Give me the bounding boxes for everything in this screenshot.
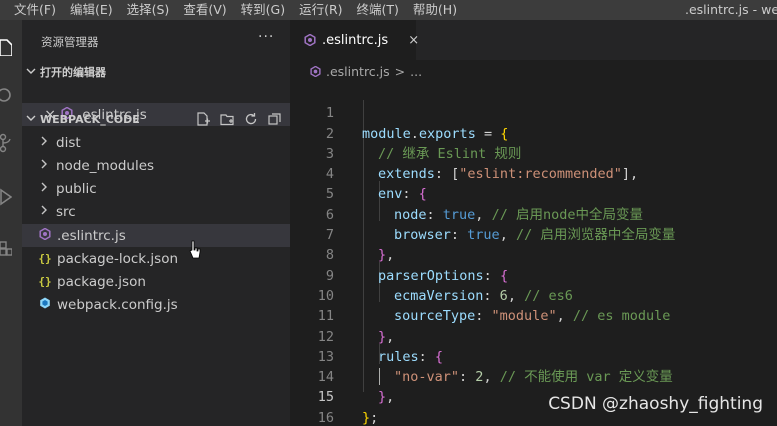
- chevron-right-icon: [36, 136, 52, 149]
- open-editors-label: 打开的编辑器: [40, 66, 106, 79]
- code-line: 7 },: [290, 205, 777, 263]
- refresh-icon[interactable]: [243, 112, 258, 127]
- extensions-icon[interactable]: [0, 236, 22, 262]
- line-number: 16: [317, 409, 334, 426]
- menu-terminal[interactable]: 终端(T): [350, 0, 406, 20]
- code-line: 5 node: true, // 启用node中全局变量: [290, 164, 777, 222]
- folder-node-modules[interactable]: node_modules: [22, 154, 290, 177]
- code-line: 10 sourceType: "module", // es module: [290, 266, 777, 324]
- file-package-json[interactable]: {} package.json: [22, 270, 290, 293]
- folder-label: node_modules: [56, 157, 155, 174]
- chevron-right-icon: [36, 205, 52, 218]
- menu-run[interactable]: 运行(R): [292, 0, 349, 20]
- watermark: CSDN @zhaoshy_fighting: [548, 394, 763, 414]
- code-line: 14 },: [290, 347, 777, 405]
- window-title: .eslintrc.js - webpack: [685, 2, 777, 17]
- chevron-down-icon: [22, 113, 40, 126]
- chevron-down-icon: [22, 66, 40, 79]
- explorer-toolbar: [195, 112, 282, 127]
- new-file-icon[interactable]: [195, 112, 210, 127]
- chevron-right-icon: [36, 182, 52, 195]
- explorer-sidebar: 资源管理器 ··· 打开的编辑器 × .eslintrc.js WEBPACK_…: [22, 20, 290, 426]
- code-line: 2 // 继承 Eslint 规则: [290, 103, 777, 162]
- eslint-icon: [310, 66, 321, 77]
- mouse-cursor-icon: [189, 240, 201, 259]
- menu-help[interactable]: 帮助(H): [406, 0, 464, 20]
- breadcrumb: .eslintrc.js > ...: [310, 64, 422, 79]
- collapse-all-icon[interactable]: [267, 112, 282, 127]
- files-icon[interactable]: [0, 34, 22, 60]
- file-label: .eslintrc.js: [57, 227, 126, 244]
- chevron-right-icon: [36, 159, 52, 172]
- file-eslintrc[interactable]: .eslintrc.js: [22, 224, 290, 247]
- code-line: 3 extends: ["eslint:recommended"],: [290, 124, 777, 182]
- tab-label: .eslintrc.js: [322, 32, 389, 48]
- menu-view[interactable]: 查看(V): [176, 0, 233, 20]
- file-package-lock[interactable]: {} package-lock.json: [22, 247, 290, 270]
- run-debug-icon[interactable]: [0, 184, 22, 210]
- code-line: 15 };: [290, 367, 777, 425]
- activity-bar: [0, 20, 22, 426]
- webpack-icon: [36, 297, 54, 312]
- menu-go[interactable]: 转到(G): [234, 0, 292, 20]
- menu-bar: 文件(F) 编辑(E) 选择(S) 查看(V) 转到(G) 运行(R) 终端(T…: [0, 0, 777, 20]
- folder-label: dist: [56, 134, 81, 151]
- breadcrumb-symbol[interactable]: ...: [410, 64, 422, 79]
- code-line: 11 },: [290, 286, 777, 344]
- code-line: 1 module.exports = {: [290, 83, 777, 141]
- new-folder-icon[interactable]: [219, 112, 234, 127]
- code-editor[interactable]: 1 module.exports = { 2 // 继承 Eslint 规则 3…: [290, 83, 777, 425]
- search-icon[interactable]: [0, 82, 22, 108]
- file-webpack-config[interactable]: webpack.config.js: [22, 293, 290, 316]
- tab-bar: .eslintrc.js ×: [290, 20, 777, 60]
- code-line: 6 browser: true, // 启用浏览器中全局变量: [290, 184, 777, 243]
- code-line: 9 ecmaVersion: 6, // es6: [290, 245, 777, 304]
- open-editors-section[interactable]: 打开的编辑器: [22, 61, 290, 83]
- folder-src[interactable]: src: [22, 200, 290, 223]
- source-control-icon[interactable]: [0, 130, 22, 156]
- code-line: 4 env: {: [290, 144, 777, 202]
- folder-dist[interactable]: dist: [22, 131, 290, 154]
- folder-label: public: [56, 180, 97, 197]
- breadcrumb-file[interactable]: .eslintrc.js: [326, 64, 390, 79]
- code-line: 8 parserOptions: {: [290, 225, 777, 283]
- tab-eslintrc[interactable]: .eslintrc.js ×: [290, 20, 419, 60]
- code-line: 12 rules: {: [290, 306, 777, 365]
- menu-file[interactable]: 文件(F): [0, 0, 63, 20]
- eslint-icon: [36, 227, 54, 243]
- code-token: }: [362, 409, 371, 426]
- file-label: package-lock.json: [57, 250, 179, 267]
- editor-area: .eslintrc.js × .eslintrc.js > ... 1 modu…: [290, 20, 777, 426]
- explorer-title: 资源管理器: [41, 35, 99, 49]
- folder-public[interactable]: public: [22, 177, 290, 200]
- menu-edit[interactable]: 编辑(E): [63, 0, 120, 20]
- project-section[interactable]: WEBPACK_CODE: [22, 108, 290, 130]
- more-actions-icon[interactable]: ···: [258, 29, 274, 45]
- breadcrumb-separator: >: [394, 64, 406, 79]
- menu-selection[interactable]: 选择(S): [120, 0, 177, 20]
- json-icon: {}: [38, 275, 52, 288]
- close-icon[interactable]: ×: [408, 33, 419, 48]
- folder-label: src: [56, 203, 76, 220]
- code-line: 13 "no-var": 2, // 不能使用 var 定义变量: [290, 327, 777, 385]
- eslint-icon: [304, 34, 316, 46]
- text-caret: [379, 368, 380, 385]
- file-label: package.json: [57, 273, 146, 290]
- project-label: WEBPACK_CODE: [40, 112, 140, 126]
- code-token: ;: [370, 409, 379, 426]
- file-label: webpack.config.js: [57, 296, 178, 313]
- json-icon: {}: [38, 252, 52, 265]
